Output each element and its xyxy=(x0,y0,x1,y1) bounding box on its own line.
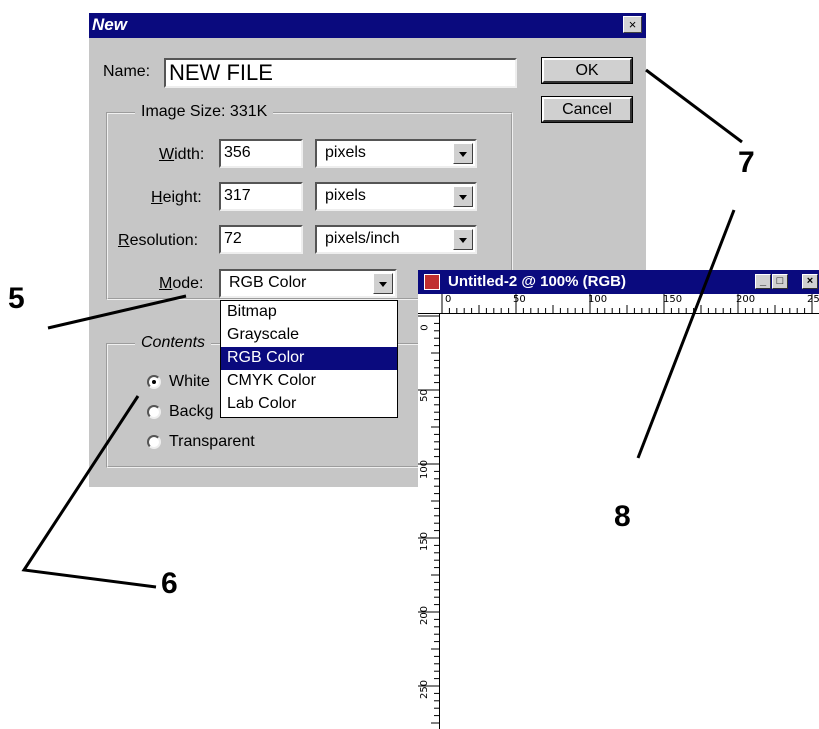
callout-line-6 xyxy=(21,395,157,589)
callout-line-8 xyxy=(636,209,736,459)
callout-5: 5 xyxy=(8,282,25,315)
callout-line-7 xyxy=(645,68,743,144)
callout-7: 7 xyxy=(738,146,755,179)
callout-6: 6 xyxy=(161,567,178,600)
callout-lines xyxy=(21,68,743,589)
callout-8: 8 xyxy=(614,500,631,533)
callout-line-5 xyxy=(47,294,187,330)
